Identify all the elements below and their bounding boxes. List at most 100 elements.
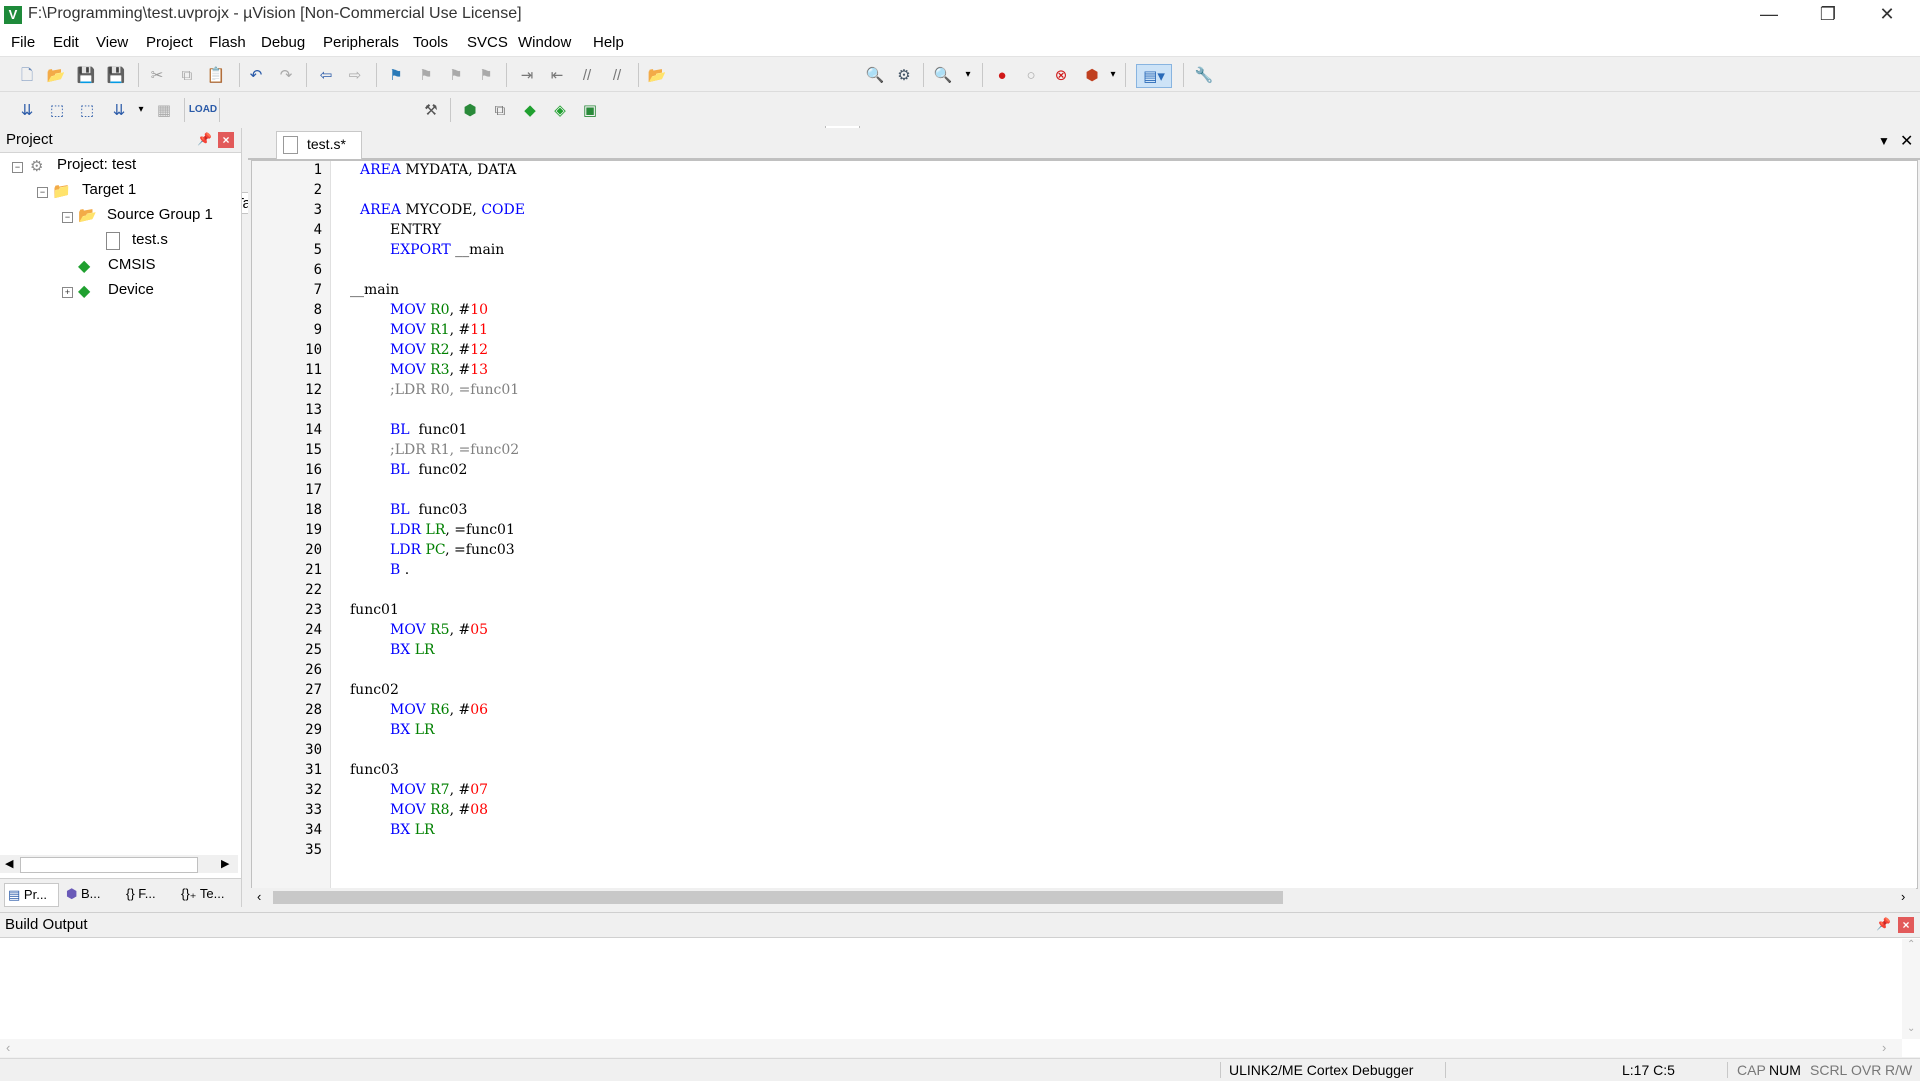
incremental-find-icon[interactable]: ⚙ [893, 64, 915, 86]
bookmark-previous-icon[interactable]: ⚑ [415, 64, 437, 86]
find-icon[interactable]: 🔍 [864, 64, 886, 86]
paste-icon[interactable]: 📋 [205, 64, 227, 86]
build-icon[interactable]: ⬚ [46, 99, 68, 121]
menu-tools[interactable]: Tools [413, 34, 448, 51]
code-editor[interactable]: 1 2 3 4 5 6 7 8 9 10 11 12 13 14 15 16 17 18 19 20 21 22 23 24 2… [251, 160, 1918, 889]
tree-item-project[interactable]: − ⚙ Project: test [10, 156, 230, 178]
menu-svcs[interactable]: SVCS [467, 34, 508, 51]
pin-icon[interactable]: 📌 [1876, 917, 1891, 931]
scroll-right-icon[interactable]: › [1901, 889, 1905, 904]
navigate-back-icon[interactable]: ⇦ [315, 64, 337, 86]
code-token: , # [449, 362, 471, 378]
breakpoint-insert-icon[interactable]: ● [991, 64, 1013, 86]
target-options-icon[interactable]: ⚒ [420, 99, 442, 121]
cut-icon[interactable]: ✂ [146, 64, 168, 86]
navigate-forward-icon[interactable]: ⇨ [344, 64, 366, 86]
chevron-down-icon[interactable]: ▾ [130, 99, 152, 121]
chevron-down-icon[interactable]: ▼ [1878, 134, 1890, 148]
bookmark-next-icon[interactable]: ⚑ [445, 64, 467, 86]
menu-peripherals[interactable]: Peripherals [323, 34, 399, 51]
run-time-environment-icon[interactable]: ▣ [579, 99, 601, 121]
download-load-icon[interactable]: LOAD [189, 99, 217, 121]
uncomment-icon[interactable]: // [606, 64, 628, 86]
menu-help[interactable]: Help [593, 34, 624, 51]
stop-build-icon[interactable]: ▦ [153, 99, 175, 121]
menu-edit[interactable]: Edit [53, 34, 79, 51]
chevron-down-icon[interactable]: ▾ [1102, 64, 1124, 86]
collapse-icon[interactable]: − [37, 187, 48, 198]
debug-session-icon[interactable]: 🔍 [932, 64, 954, 86]
save-all-icon[interactable]: 💾 [105, 64, 127, 86]
scrollbar-thumb[interactable] [20, 857, 198, 873]
translate-icon[interactable]: ⇊ [16, 99, 38, 121]
bookmark-clear-icon[interactable]: ⚑ [475, 64, 497, 86]
code-token: PC [425, 542, 446, 558]
tab-templates[interactable]: {}₊ Te... [178, 883, 241, 905]
minimize-button[interactable]: — [1740, 0, 1798, 30]
file-extensions-icon[interactable]: ⬢ [459, 99, 481, 121]
find-in-files-icon[interactable]: 📂 [646, 64, 668, 86]
close-icon[interactable]: ✕ [1900, 131, 1913, 151]
expand-icon[interactable]: + [62, 287, 73, 298]
scroll-up-icon[interactable]: ⌃ [1907, 939, 1915, 950]
scroll-left-icon[interactable]: ◀ [5, 857, 13, 870]
close-icon[interactable]: × [218, 132, 234, 148]
indent-icon[interactable]: ⇥ [516, 64, 538, 86]
menu-window[interactable]: Window [518, 34, 571, 51]
bookmark-insert-icon[interactable]: ⚑ [385, 64, 407, 86]
code-line: MOV R0, #10 [390, 302, 488, 318]
breakpoint-disable-icon[interactable]: ○ [1020, 64, 1042, 86]
scroll-down-icon[interactable]: ⌄ [1907, 1023, 1915, 1034]
tree-item-cmsis[interactable]: ◆ CMSIS [78, 256, 198, 278]
build-output-horizontal-scrollbar[interactable]: ‹ › [0, 1039, 1902, 1057]
build-output-vertical-scrollbar[interactable]: ⌃ ⌄ [1902, 939, 1920, 1039]
scrollbar-thumb[interactable] [273, 891, 1283, 904]
pack-installer-icon[interactable]: ◆ [519, 99, 541, 121]
tab-test-s[interactable]: test.s* [276, 131, 362, 159]
tab-project[interactable]: ▤ Pr... [4, 883, 59, 907]
comment-icon[interactable]: // [576, 64, 598, 86]
tree-item-device[interactable]: + ◆ Device [61, 281, 201, 303]
breakpoint-clear-all-icon[interactable]: ⊗ [1050, 64, 1072, 86]
restore-button[interactable]: ❐ [1799, 0, 1857, 30]
batch-build-icon[interactable]: ⇊ [108, 99, 130, 121]
close-button[interactable]: ✕ [1858, 0, 1916, 30]
collapse-icon[interactable]: − [12, 162, 23, 173]
scroll-right-icon[interactable]: ▶ [221, 857, 229, 870]
project-horizontal-scrollbar[interactable]: ◀ ▶ [0, 855, 238, 873]
tree-item-target[interactable]: − 📁 Target 1 [35, 181, 235, 203]
code-line: func01 [350, 602, 399, 618]
save-icon[interactable]: 💾 [75, 64, 97, 86]
manage-project-items-icon[interactable]: ⧉ [489, 99, 511, 121]
pin-icon[interactable]: 📌 [197, 132, 212, 146]
window-layout-icon[interactable]: ▤▾ [1136, 64, 1172, 88]
rebuild-icon[interactable]: ⬚ [76, 99, 98, 121]
breakpoint-disable-all-icon[interactable]: ⬢ [1081, 64, 1103, 86]
open-file-icon[interactable]: 📂 [45, 64, 67, 86]
code-token: func01 [409, 422, 468, 438]
chevron-down-icon[interactable]: ▾ [957, 64, 979, 86]
close-icon[interactable]: × [1898, 917, 1914, 933]
menu-view[interactable]: View [96, 34, 128, 51]
code-token: , # [449, 702, 471, 718]
configure-icon[interactable]: 🔧 [1193, 64, 1215, 86]
tree-item-file[interactable]: test.s [106, 231, 226, 253]
menu-project[interactable]: Project [146, 34, 193, 51]
scroll-right-icon[interactable]: › [1882, 1040, 1886, 1055]
tab-books[interactable]: ⬢ B... [63, 883, 116, 905]
menu-debug[interactable]: Debug [261, 34, 305, 51]
tab-functions[interactable]: {} F... [123, 883, 178, 905]
copy-icon[interactable]: ⧉ [176, 64, 198, 86]
menu-flash[interactable]: Flash [209, 34, 246, 51]
select-software-packs-icon[interactable]: ◈ [549, 99, 571, 121]
collapse-icon[interactable]: − [62, 212, 73, 223]
unindent-icon[interactable]: ⇤ [546, 64, 568, 86]
undo-icon[interactable]: ↶ [245, 64, 267, 86]
editor-horizontal-scrollbar[interactable]: ‹ › [251, 888, 1916, 906]
menu-file[interactable]: File [11, 34, 35, 51]
scroll-left-icon[interactable]: ‹ [6, 1040, 10, 1055]
redo-icon[interactable]: ↷ [275, 64, 297, 86]
tree-item-source-group[interactable]: − 📂 Source Group 1 [61, 206, 236, 228]
scroll-left-icon[interactable]: ‹ [257, 889, 261, 904]
new-file-icon[interactable]: 🗋 [16, 64, 38, 86]
